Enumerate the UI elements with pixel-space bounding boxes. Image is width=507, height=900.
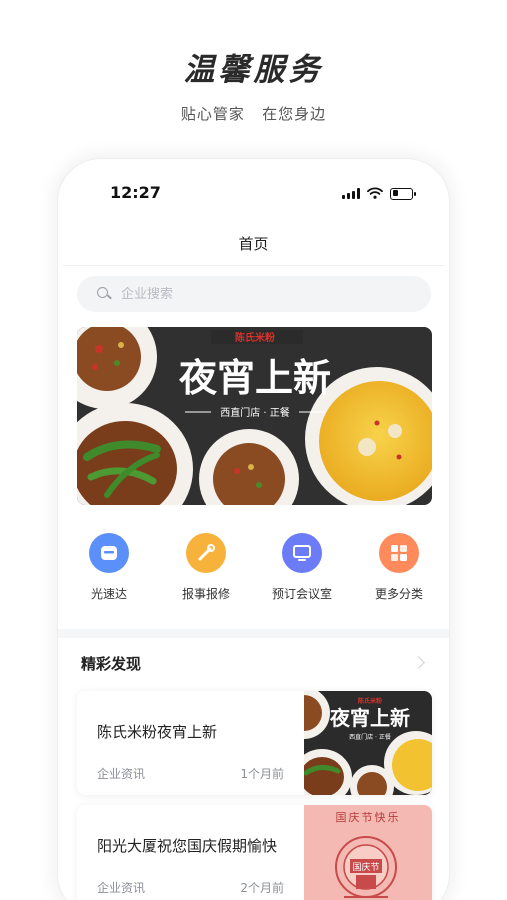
thumbnail-brand: 陈氏米粉 <box>358 697 382 705</box>
search-icon <box>97 287 111 301</box>
chevron-right-icon[interactable] <box>412 656 425 669</box>
promo-banner[interactable]: 陈氏米粉 夜宵上新 西直门店 · 正餐 <box>77 327 432 505</box>
banner-image: 陈氏米粉 夜宵上新 西直门店 · 正餐 <box>77 327 432 505</box>
news-card-title: 陈氏米粉夜宵上新 <box>97 723 218 741</box>
battery-icon <box>390 187 416 200</box>
nav-divider <box>63 265 444 266</box>
section-divider <box>58 629 449 638</box>
category-meeting-room[interactable]: 预订会议室 <box>257 533 347 602</box>
signal-icon <box>342 188 360 199</box>
search-bar[interactable] <box>77 276 431 312</box>
news-card-source: 企业资讯 <box>97 767 146 781</box>
news-card-source: 企业资讯 <box>97 881 146 895</box>
thumbnail-seal-text: 国庆节 <box>352 861 379 873</box>
wifi-icon <box>367 184 383 203</box>
thumbnail-headline: 国庆节快乐 <box>336 810 401 824</box>
search-input[interactable] <box>121 286 381 302</box>
banner-headline: 夜宵上新 <box>178 355 331 400</box>
news-card-thumbnail: 陈氏米粉 夜宵上新 西直门店 · 正餐 <box>304 691 432 795</box>
courier-icon <box>89 533 129 573</box>
promo-subtitle: 贴心管家 在您身边 <box>180 105 327 123</box>
banner-brand: 陈氏米粉 <box>235 331 275 344</box>
discover-section-title: 精彩发现 <box>81 655 142 673</box>
status-bar: 12:27 <box>58 159 449 221</box>
banner-tagline: 西直门店 · 正餐 <box>220 406 290 419</box>
category-label: 报事报修 <box>181 587 230 601</box>
category-label: 光速达 <box>90 587 127 601</box>
category-label: 预订会议室 <box>271 587 332 601</box>
news-card-time: 1个月前 <box>240 767 284 781</box>
battery-level <box>392 190 398 196</box>
news-card[interactable]: 阳光大厦祝您国庆假期愉快 企业资讯 2个月前 国庆节快乐 国庆节 <box>77 805 432 900</box>
phone-frame: 12:27 首页 企业搜索 陈氏米粉 夜宵上新 西直门店 · 正餐 光速达 报事… <box>57 158 450 900</box>
status-time: 12:27 <box>110 183 161 202</box>
thumbnail-tagline: 西直门店 · 正餐 <box>349 733 391 741</box>
repair-icon <box>186 533 226 573</box>
page-title: 首页 <box>238 235 269 253</box>
category-courier[interactable]: 光速达 <box>64 533 154 602</box>
status-icons <box>342 184 416 203</box>
news-card[interactable]: 陈氏米粉夜宵上新 企业资讯 1个月前 陈氏米粉 夜宵上新 西直门店 · 正餐 <box>77 691 432 795</box>
news-card-thumbnail: 国庆节快乐 国庆节 <box>304 805 432 900</box>
category-repair[interactable]: 报事报修 <box>161 533 251 602</box>
thumbnail-headline: 夜宵上新 <box>329 706 410 730</box>
app-promo-screen: 温馨服务 贴心管家 在您身边 12:27 首页 企业搜索 陈氏米粉 夜宵上新 西… <box>0 0 507 900</box>
more-categories-icon <box>379 533 419 573</box>
category-more[interactable]: 更多分类 <box>354 533 444 602</box>
category-label: 更多分类 <box>374 587 423 601</box>
meeting-room-icon <box>282 533 322 573</box>
news-card-title: 阳光大厦祝您国庆假期愉快 <box>97 837 278 855</box>
news-card-time: 2个月前 <box>240 881 284 895</box>
promo-title: 温馨服务 <box>183 52 324 88</box>
